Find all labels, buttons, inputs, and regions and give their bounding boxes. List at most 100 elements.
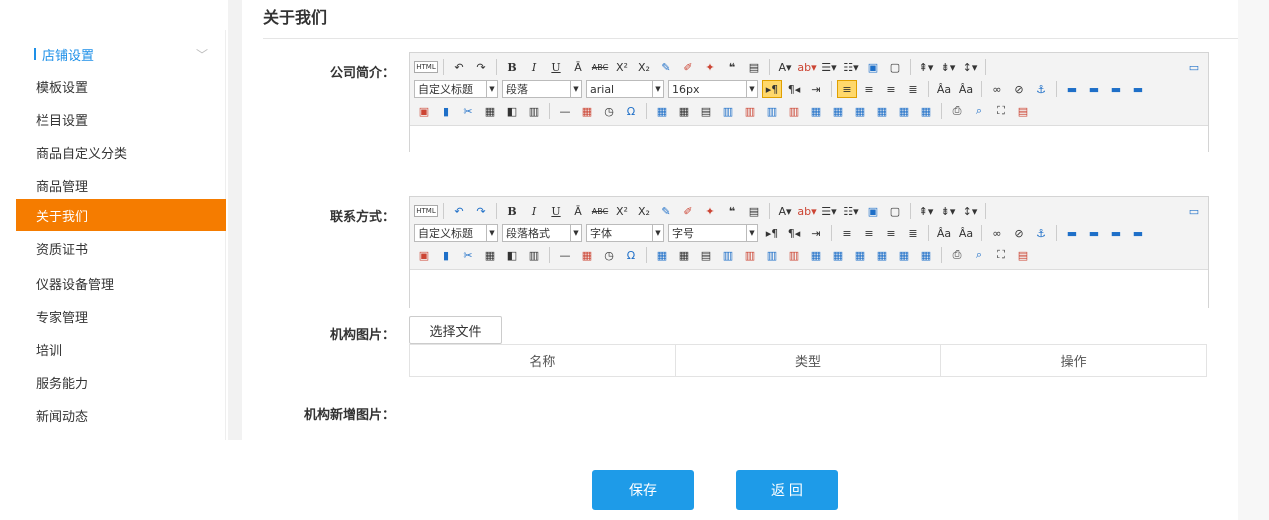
rtl-icon[interactable]: ¶◂ [784, 224, 804, 242]
insert-row-icon[interactable]: ▥ [718, 102, 738, 120]
search-replace-icon[interactable]: ⛶ [991, 246, 1011, 264]
lowercase-icon[interactable]: Âa [956, 224, 976, 242]
row-spacing-top-icon[interactable]: ⇞▾ [916, 58, 936, 76]
font-border-icon[interactable]: Ā [568, 58, 588, 76]
back-color-icon[interactable]: ab▾ [797, 202, 817, 220]
attachment-icon[interactable]: ✂ [458, 102, 478, 120]
special-chars-icon[interactable]: Ω [621, 102, 641, 120]
iframe-icon[interactable]: ◧ [502, 246, 522, 264]
font-color-icon[interactable]: A▾ [775, 202, 795, 220]
print-icon[interactable]: ⎙ [947, 102, 967, 120]
paste-plain-icon[interactable]: ▤ [744, 202, 764, 220]
bold-icon[interactable]: B [502, 58, 522, 76]
back-color-icon[interactable]: ab▾ [797, 58, 817, 76]
video-icon[interactable]: ▮ [436, 246, 456, 264]
insert-table-icon[interactable]: ▦ [652, 102, 672, 120]
map-icon[interactable]: ▦ [480, 102, 500, 120]
link-icon[interactable]: ∞ [987, 224, 1007, 242]
heading-select[interactable]: 自定义标题 ▼ [414, 224, 498, 242]
blockquote-icon[interactable]: ❝ [722, 202, 742, 220]
format-brush-icon[interactable]: ✐ [678, 58, 698, 76]
video-icon[interactable]: ▮ [436, 102, 456, 120]
subscript-icon[interactable]: X₂ [634, 202, 654, 220]
ltr-icon[interactable]: ▸¶ [762, 224, 782, 242]
strikethrough-icon[interactable]: ABC [590, 202, 610, 220]
insert-row-icon[interactable]: ▥ [718, 246, 738, 264]
sidebar-item-experts[interactable]: 专家管理 [16, 300, 226, 332]
search-replace-icon[interactable]: ⛶ [991, 102, 1011, 120]
insert-col-icon[interactable]: ▥ [762, 246, 782, 264]
indent-icon[interactable]: ⇥ [806, 224, 826, 242]
anchor-icon[interactable]: ⚓ [1031, 224, 1051, 242]
sidebar-item-template[interactable]: 模板设置 [16, 70, 226, 102]
map-icon[interactable]: ▦ [480, 246, 500, 264]
merge-cells-icon[interactable]: ▦ [806, 246, 826, 264]
fullscreen-icon[interactable]: ▭ [1184, 202, 1204, 220]
special-chars-icon[interactable]: Ω [621, 246, 641, 264]
insert-paragraph-icon[interactable]: ▤ [696, 102, 716, 120]
merge-down-icon[interactable]: ▦ [850, 246, 870, 264]
redo-icon[interactable]: ↷ [471, 58, 491, 76]
choose-file-button[interactable]: 选择文件 [409, 316, 502, 344]
delete-row-icon[interactable]: ▥ [740, 102, 760, 120]
iframe-icon[interactable]: ◧ [502, 102, 522, 120]
sidebar-item-news[interactable]: 新闻动态 [16, 399, 226, 431]
pagebreak-icon[interactable]: ▥ [524, 102, 544, 120]
image-none-icon[interactable]: ▬ [1062, 80, 1082, 98]
image-none-icon[interactable]: ▬ [1062, 224, 1082, 242]
clear-doc-icon[interactable]: ▢ [885, 202, 905, 220]
font-border-icon[interactable]: Ā [568, 202, 588, 220]
unlink-icon[interactable]: ⊘ [1009, 224, 1029, 242]
paste-plain-icon[interactable]: ▤ [744, 58, 764, 76]
split-rows-icon[interactable]: ▦ [894, 102, 914, 120]
horizontal-rule-icon[interactable]: — [555, 102, 575, 120]
paragraph-select[interactable]: 段落格式 ▼ [502, 224, 582, 242]
font-family-select[interactable]: arial ▼ [586, 80, 664, 98]
split-rows-icon[interactable]: ▦ [894, 246, 914, 264]
subscript-icon[interactable]: X₂ [634, 58, 654, 76]
clear-doc-icon[interactable]: ▢ [885, 58, 905, 76]
date-icon[interactable]: ▦ [577, 246, 597, 264]
redo-icon[interactable]: ↷ [471, 202, 491, 220]
image-icon[interactable]: ▣ [414, 246, 434, 264]
font-size-select[interactable]: 字号 ▼ [668, 224, 758, 242]
align-center-icon[interactable]: ≡ [859, 224, 879, 242]
underline-icon[interactable]: U [546, 202, 566, 220]
delete-row-icon[interactable]: ▥ [740, 246, 760, 264]
merge-right-icon[interactable]: ▦ [828, 246, 848, 264]
line-height-icon[interactable]: ↕▾ [960, 202, 980, 220]
template-icon[interactable]: ▤ [1013, 246, 1033, 264]
italic-icon[interactable]: I [524, 202, 544, 220]
select-all-icon[interactable]: ▣ [863, 202, 883, 220]
date-icon[interactable]: ▦ [577, 102, 597, 120]
eraser-icon[interactable]: ✎ [656, 202, 676, 220]
font-family-select[interactable]: 字体 ▼ [586, 224, 664, 242]
preview-icon[interactable]: ⌕ [969, 102, 989, 120]
split-cols-icon[interactable]: ▦ [916, 246, 936, 264]
contact-content[interactable] [410, 270, 1208, 312]
sidebar-item-service[interactable]: 服务能力 [16, 366, 226, 398]
delete-col-icon[interactable]: ▥ [784, 102, 804, 120]
merge-down-icon[interactable]: ▦ [850, 102, 870, 120]
blockquote-icon[interactable]: ❝ [722, 58, 742, 76]
insert-paragraph-icon[interactable]: ▤ [696, 246, 716, 264]
time-icon[interactable]: ◷ [599, 246, 619, 264]
insert-col-icon[interactable]: ▥ [762, 102, 782, 120]
font-color-icon[interactable]: A▾ [775, 58, 795, 76]
delete-table-icon[interactable]: ▦ [674, 246, 694, 264]
horizontal-rule-icon[interactable]: — [555, 246, 575, 264]
preview-icon[interactable]: ⌕ [969, 246, 989, 264]
split-cells-icon[interactable]: ▦ [872, 246, 892, 264]
align-left-icon[interactable]: ≡ [837, 224, 857, 242]
ordered-list-icon[interactable]: ☰▾ [819, 58, 839, 76]
unlink-icon[interactable]: ⊘ [1009, 80, 1029, 98]
sidebar-item-columns[interactable]: 栏目设置 [16, 103, 226, 135]
uppercase-icon[interactable]: Âa [934, 80, 954, 98]
align-justify-icon[interactable]: ≣ [903, 224, 923, 242]
select-all-icon[interactable]: ▣ [863, 58, 883, 76]
html-source-button[interactable]: HTML [414, 205, 438, 217]
link-icon[interactable]: ∞ [987, 80, 1007, 98]
undo-icon[interactable]: ↶ [449, 58, 469, 76]
attachment-icon[interactable]: ✂ [458, 246, 478, 264]
image-center-icon[interactable]: ▬ [1128, 224, 1148, 242]
